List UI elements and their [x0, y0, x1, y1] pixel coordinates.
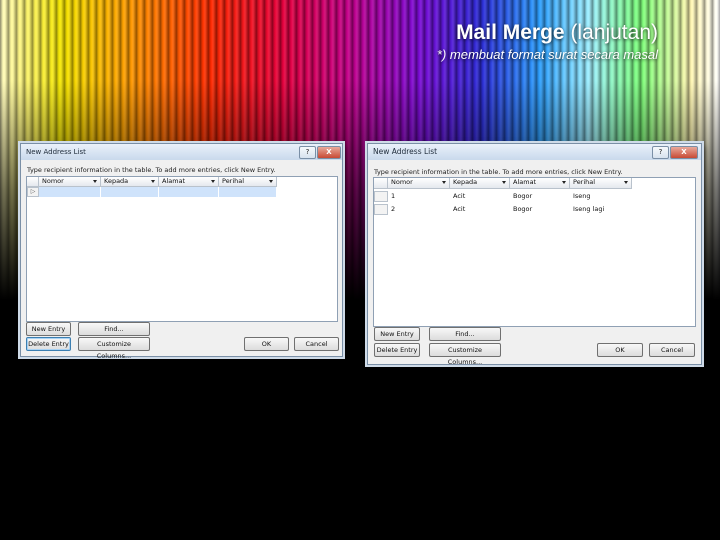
instruction-text: Type recipient information in the table.…: [374, 168, 623, 176]
instruction-text: Type recipient information in the table.…: [27, 166, 276, 174]
column-label: Perihal: [573, 178, 596, 186]
help-button[interactable]: ?: [299, 146, 316, 159]
slide-title-rest: (lanjutan): [570, 21, 658, 44]
dropdown-arrow-icon[interactable]: [151, 180, 155, 183]
close-button[interactable]: X: [670, 146, 698, 159]
table-cell[interactable]: Acit: [450, 191, 510, 201]
cancel-button[interactable]: Cancel: [649, 343, 695, 357]
slide-title-bold: Mail Merge: [456, 21, 565, 44]
table-cell[interactable]: 2: [388, 204, 450, 214]
new-address-list-dialog-filled: New Address List ? X Type recipient info…: [367, 143, 702, 366]
table-cell[interactable]: [219, 187, 277, 197]
table-cell[interactable]: 1: [388, 191, 450, 201]
new-address-list-dialog-empty: New Address List ? X Type recipient info…: [20, 143, 343, 360]
column-header-alamat[interactable]: Alamat: [510, 178, 570, 189]
cancel-button[interactable]: Cancel: [294, 337, 339, 351]
new-row-selector[interactable]: ▷: [27, 187, 39, 197]
slide-subtitle: *) membuat format surat secara masal: [436, 47, 658, 62]
row-selector[interactable]: [374, 204, 388, 215]
column-header-kepada[interactable]: Kepada: [101, 177, 159, 187]
column-label: Alamat: [513, 178, 537, 186]
column-header-perihal[interactable]: Perihal: [570, 178, 632, 189]
dropdown-arrow-icon[interactable]: [562, 181, 566, 184]
table-cell[interactable]: Iseng: [570, 191, 632, 201]
slide-title: Mail Merge (lanjutan) *) membuat format …: [437, 20, 658, 62]
ok-button[interactable]: OK: [244, 337, 289, 351]
slide-title-line: Mail Merge (lanjutan): [437, 20, 658, 46]
dialog-title: New Address List: [21, 144, 342, 160]
new-entry-button[interactable]: New Entry: [374, 327, 420, 341]
column-header-perihal[interactable]: Perihal: [219, 177, 277, 187]
dropdown-arrow-icon[interactable]: [269, 180, 273, 183]
recipient-table[interactable]: Nomor Kepada Alamat Perihal 1 Acit Bogor…: [373, 177, 696, 327]
dropdown-arrow-icon[interactable]: [624, 181, 628, 184]
recipient-table[interactable]: Nomor Kepada Alamat Perihal ▷: [26, 176, 338, 322]
customize-columns-button[interactable]: Customize Columns...: [78, 337, 150, 360]
delete-entry-button[interactable]: Delete Entry: [26, 337, 71, 351]
table-cell[interactable]: Bogor: [510, 204, 570, 214]
column-label: Kepada: [104, 177, 129, 185]
column-header-nomor[interactable]: Nomor: [388, 178, 450, 189]
find-button[interactable]: Find...: [429, 327, 501, 341]
column-label: Nomor: [391, 178, 413, 186]
table-cell[interactable]: [39, 187, 101, 197]
dropdown-arrow-icon[interactable]: [211, 180, 215, 183]
ok-button[interactable]: OK: [597, 343, 643, 357]
find-button[interactable]: Find...: [78, 322, 150, 336]
column-label: Perihal: [222, 177, 245, 185]
column-header-alamat[interactable]: Alamat: [159, 177, 219, 187]
table-cell[interactable]: Bogor: [510, 191, 570, 201]
column-label: Kepada: [453, 178, 478, 186]
new-entry-button[interactable]: New Entry: [26, 322, 71, 336]
row-header-corner: [27, 177, 39, 187]
delete-entry-button[interactable]: Delete Entry: [374, 343, 420, 357]
close-button[interactable]: X: [317, 146, 341, 159]
help-button[interactable]: ?: [652, 146, 669, 159]
table-cell[interactable]: [159, 187, 219, 197]
row-selector[interactable]: [374, 191, 388, 202]
column-label: Alamat: [162, 177, 186, 185]
dropdown-arrow-icon[interactable]: [93, 180, 97, 183]
dropdown-arrow-icon[interactable]: [442, 181, 446, 184]
column-label: Nomor: [42, 177, 64, 185]
table-cell[interactable]: Acit: [450, 204, 510, 214]
customize-columns-button[interactable]: Customize Columns...: [429, 343, 501, 366]
dropdown-arrow-icon[interactable]: [502, 181, 506, 184]
table-cell[interactable]: Iseng lagi: [570, 204, 632, 214]
row-header-corner: [374, 178, 388, 189]
table-cell[interactable]: [101, 187, 159, 197]
column-header-kepada[interactable]: Kepada: [450, 178, 510, 189]
column-header-nomor[interactable]: Nomor: [39, 177, 101, 187]
